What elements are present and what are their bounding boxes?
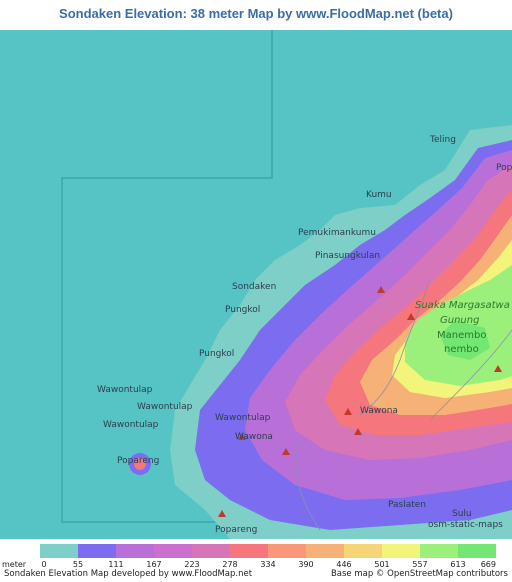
legend-swatch	[154, 544, 192, 558]
legend-tick-label: 167	[146, 560, 162, 569]
legend-swatch	[230, 544, 268, 558]
attribution-label: osm-static-maps	[428, 520, 503, 530]
legend-tick-label: 55	[72, 560, 84, 569]
place-label: Wawontulap	[103, 420, 159, 430]
place-label: Sulu	[452, 509, 472, 519]
place-label: Popo	[496, 163, 512, 173]
legend-swatch	[382, 544, 420, 558]
place-label: Wawontulap	[215, 413, 271, 423]
place-label: Wawona	[235, 432, 273, 442]
legend-tick-label: 223	[184, 560, 200, 569]
legend-tick-label: 669	[480, 560, 496, 569]
place-label: Pinasungkulan	[315, 251, 380, 261]
legend-swatch	[78, 544, 116, 558]
place-label: Kumu	[366, 190, 392, 200]
footer-credit: Sondaken Elevation Map developed by www.…	[4, 569, 253, 579]
legend-tick-label: 334	[260, 560, 276, 569]
legend-swatch	[116, 544, 154, 558]
footer-attribution: Base map © OpenStreetMap contributors	[330, 569, 508, 579]
legend-color-bar	[40, 544, 496, 558]
area-label: nembo	[444, 344, 479, 355]
legend-swatch	[192, 544, 230, 558]
legend-tick-label: 557	[412, 560, 428, 569]
place-label: Pemukimankumu	[298, 228, 376, 238]
legend-tick-label: 613	[450, 560, 466, 569]
place-label: Pungkol	[225, 305, 260, 315]
legend-tick-label: 446	[336, 560, 352, 569]
legend-tick-label: 278	[222, 560, 238, 569]
place-label: Pungkol	[199, 349, 234, 359]
area-label: Suaka Margasatwa	[415, 300, 510, 311]
map-canvas[interactable]: Teling Popo Kumu Pemukimankumu Pinasungk…	[0, 30, 512, 539]
legend-unit: meter	[2, 560, 27, 569]
legend-tick-label: 390	[298, 560, 314, 569]
elevation-legend: meter 0 55 111 167 223 278 334 390 446 501 557 613 6…	[0, 539, 512, 582]
legend-swatch	[344, 544, 382, 558]
place-label: Sondaken	[232, 282, 276, 292]
legend-tick-label: 111	[108, 560, 124, 569]
place-label: Wawontulap	[97, 385, 153, 395]
legend-swatch	[40, 544, 78, 558]
legend-swatch	[458, 544, 496, 558]
legend-swatch	[268, 544, 306, 558]
page-title: Sondaken Elevation: 38 meter Map by www.…	[0, 0, 512, 30]
area-label: Gunung	[440, 315, 479, 326]
place-label: Popareng	[215, 525, 257, 535]
place-label: Wawontulap	[137, 402, 193, 412]
place-label: Popareng	[117, 456, 159, 466]
place-label: Wawona	[360, 406, 398, 416]
elevation-map[interactable]: Teling Popo Kumu Pemukimankumu Pinasungk…	[0, 30, 512, 539]
place-label: Paslaten	[388, 500, 426, 510]
place-label: Teling	[429, 135, 456, 145]
legend-tick-label: 0	[41, 560, 47, 569]
legend-swatch	[420, 544, 458, 558]
area-label: Manembo	[437, 330, 486, 341]
legend-tick-label: 501	[374, 560, 390, 569]
legend-swatch	[306, 544, 344, 558]
